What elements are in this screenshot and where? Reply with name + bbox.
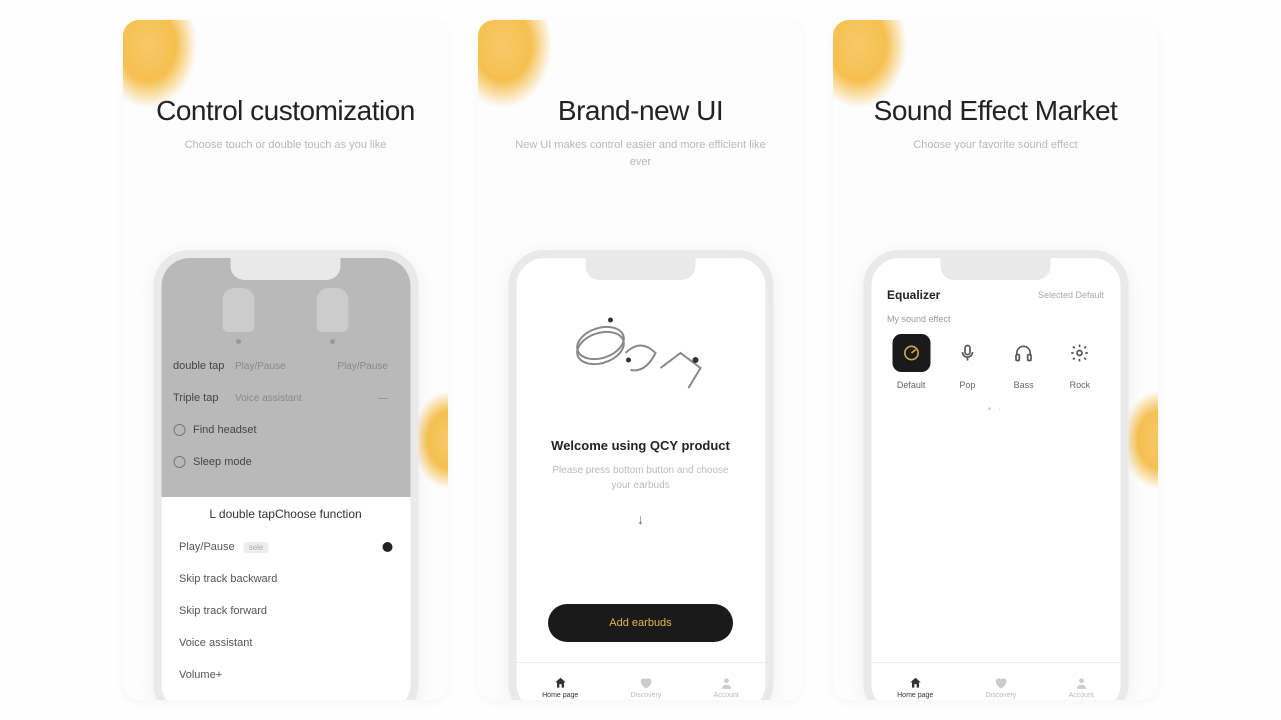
panel-sound-effect-market: Sound Effect Market Choose your favorite… <box>833 20 1158 700</box>
earbud-right-icon <box>317 288 349 332</box>
tab-label: Discovery <box>986 692 1017 699</box>
phone-mockup: Welcome using QCY product Please press b… <box>508 250 773 700</box>
preset-label: Bass <box>1014 380 1034 390</box>
phone-upper-dimmed: double tap Play/Pause Play/Pause Triple … <box>161 258 410 497</box>
qcy-logo-illustration <box>551 298 731 418</box>
tab-label: Account <box>714 692 739 699</box>
heart-icon <box>639 676 653 690</box>
option-skip-backward[interactable]: Skip track backward <box>179 563 392 595</box>
home-icon <box>553 676 567 690</box>
config-label: Triple tap <box>173 392 235 404</box>
setting-find-headset[interactable]: Find headset <box>161 414 410 446</box>
mic-icon <box>948 334 986 372</box>
option-badge: sele <box>244 542 269 553</box>
preset-row: Default Pop Bass Rock <box>871 334 1120 390</box>
option-label: Voice assistant <box>179 637 252 649</box>
tab-discovery[interactable]: Discovery <box>631 676 662 699</box>
option-play-pause[interactable]: Play/Pause sele <box>179 531 392 563</box>
home-icon <box>908 676 922 690</box>
tab-label: Account <box>1069 692 1094 699</box>
option-skip-forward[interactable]: Skip track forward <box>179 595 392 627</box>
arrow-down-icon: ↓ <box>536 511 745 527</box>
option-label: Play/Pause <box>179 541 235 553</box>
option-label: Skip track forward <box>179 605 267 617</box>
option-voice-assistant[interactable]: Voice assistant <box>179 627 392 659</box>
bottom-tabbar: Home page Discovery Account <box>871 662 1120 700</box>
dial-icon <box>892 334 930 372</box>
gear-icon <box>1061 334 1099 372</box>
earbuds-illustration <box>161 288 410 332</box>
panel-control-customization: Control customization Choose touch or do… <box>123 20 448 700</box>
panel-brand-new-ui: Brand-new UI New UI makes control easier… <box>478 20 803 700</box>
earbud-left-icon <box>222 288 254 332</box>
preset-label: Rock <box>1070 380 1091 390</box>
config-value-right: Play/Pause <box>337 361 388 372</box>
config-value-right: — <box>378 393 388 404</box>
config-row-double-tap[interactable]: double tap Play/Pause Play/Pause <box>161 350 410 382</box>
tab-account[interactable]: Account <box>714 676 739 699</box>
phone-notch <box>586 258 696 280</box>
tab-label: Home page <box>897 692 933 699</box>
config-row-triple-tap[interactable]: Triple tap Voice assistant — <box>161 382 410 414</box>
add-earbuds-button[interactable]: Add earbuds <box>548 604 733 642</box>
setting-label: Find headset <box>193 424 257 436</box>
heart-icon <box>994 676 1008 690</box>
add-earbuds-label: Add earbuds <box>609 617 671 629</box>
equalizer-section-label: My sound effect <box>871 308 1120 334</box>
option-volume-down[interactable]: Volume- <box>179 691 392 700</box>
user-icon <box>1074 676 1088 690</box>
preset-label: Default <box>897 380 926 390</box>
phone-notch <box>941 258 1051 280</box>
option-label: Skip track backward <box>179 573 277 585</box>
tab-label: Home page <box>542 692 578 699</box>
equalizer-title: Equalizer <box>887 288 940 302</box>
config-label: double tap <box>173 360 235 372</box>
user-icon <box>719 676 733 690</box>
welcome-subtitle: Please press bottom button and choose yo… <box>536 463 745 493</box>
preset-pop[interactable]: Pop <box>948 334 986 390</box>
preset-label: Pop <box>959 380 975 390</box>
preset-default[interactable]: Default <box>892 334 930 390</box>
preset-rock[interactable]: Rock <box>1061 334 1099 390</box>
config-value-left: Play/Pause <box>235 361 286 372</box>
bottom-tabbar: Home page Discovery Account <box>516 662 765 700</box>
function-chooser-sheet: L double tapChoose function Play/Pause s… <box>161 497 410 700</box>
preset-bass[interactable]: Bass <box>1005 334 1043 390</box>
tab-home[interactable]: Home page <box>542 676 578 699</box>
tab-discovery[interactable]: Discovery <box>986 676 1017 699</box>
moon-icon <box>173 456 185 468</box>
option-label: Volume+ <box>179 669 222 681</box>
sheet-title: L double tapChoose function <box>179 507 392 521</box>
target-icon <box>173 424 185 436</box>
panel-subtitle: New UI makes control easier and more eff… <box>478 137 803 170</box>
setting-label: Sleep mode <box>193 456 252 468</box>
setting-sleep-mode[interactable]: Sleep mode <box>161 446 410 478</box>
phone-mockup: double tap Play/Pause Play/Pause Triple … <box>153 250 418 700</box>
tab-label: Discovery <box>631 692 662 699</box>
tab-home[interactable]: Home page <box>897 676 933 699</box>
config-value-left: Voice assistant <box>235 393 302 404</box>
equalizer-selected: Selected Default <box>1038 290 1104 300</box>
tab-account[interactable]: Account <box>1069 676 1094 699</box>
panel-subtitle: Choose touch or double touch as you like <box>123 137 448 154</box>
option-volume-up[interactable]: Volume+ <box>179 659 392 691</box>
headphones-icon <box>1005 334 1043 372</box>
radio-selected-icon <box>382 542 392 552</box>
welcome-title: Welcome using QCY product <box>536 438 745 453</box>
phone-notch <box>231 258 341 280</box>
panel-subtitle: Choose your favorite sound effect <box>833 137 1158 154</box>
pagination-dots: • · <box>871 404 1120 415</box>
phone-mockup: Equalizer Selected Default My sound effe… <box>863 250 1128 700</box>
